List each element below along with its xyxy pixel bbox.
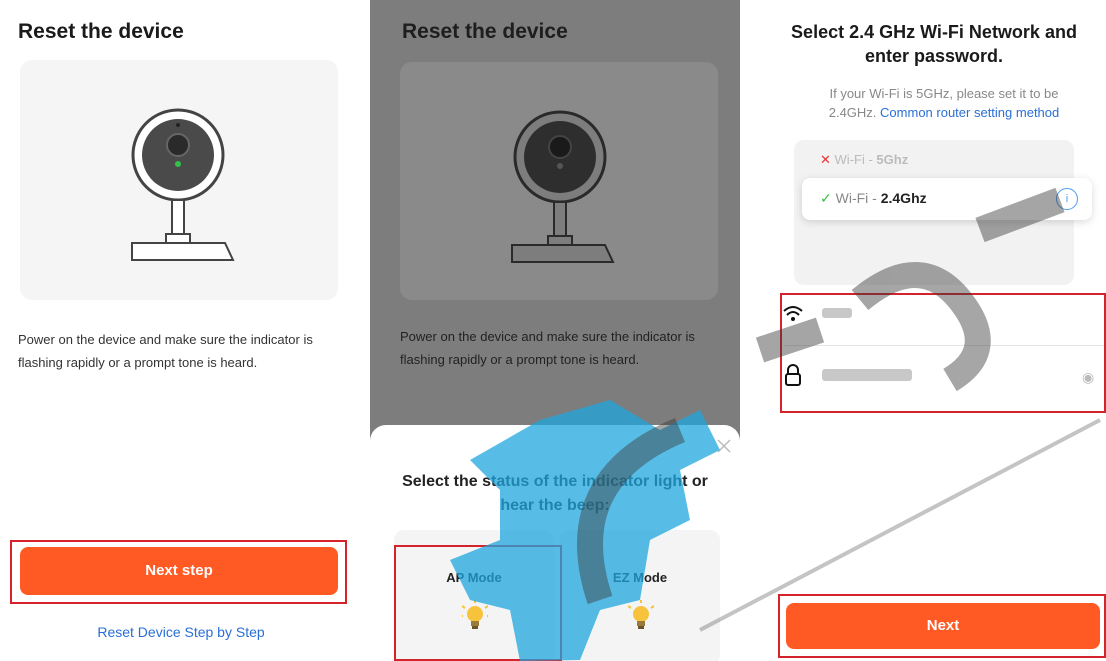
reset-help-link[interactable]: Reset Device Step by Step	[0, 624, 362, 640]
wifi-note: If your Wi-Fi is 5GHz, please set it to …	[804, 84, 1084, 122]
ez-mode-label: EZ Mode	[612, 570, 668, 585]
info-icon[interactable]: i	[1056, 188, 1078, 210]
screen-reset-device: Reset the device Power on the device and…	[0, 0, 362, 661]
camera-icon	[511, 110, 615, 263]
page-title: Select 2.4 GHz Wi-Fi Network and enter p…	[791, 22, 1077, 66]
bulb-icon	[627, 600, 655, 637]
highlight-box	[780, 293, 1106, 413]
router-setting-link[interactable]: Common router setting method	[880, 105, 1059, 120]
ez-mode-card[interactable]	[560, 530, 720, 661]
highlight-box	[394, 545, 562, 661]
instruction-text: Power on the device and make sure the in…	[400, 329, 695, 367]
check-icon: ✓	[820, 190, 832, 206]
camera-icon	[131, 108, 235, 261]
wifi-option-24ghz-label: ✓ Wi-Fi - 2.4Ghz	[820, 190, 927, 206]
instruction-text: Power on the device and make sure the in…	[18, 332, 313, 370]
page-title: Reset the device	[18, 20, 184, 43]
camera-illustration	[20, 60, 338, 300]
cross-icon: ✕	[820, 152, 831, 167]
page-title: Reset the device	[402, 20, 568, 43]
camera-illustration	[400, 62, 718, 300]
sheet-title: Select the status of the indicator light…	[402, 473, 708, 514]
close-icon[interactable]	[716, 438, 732, 454]
wifi-option-5ghz: ✕ Wi-Fi - 5Ghz	[820, 152, 909, 167]
screen-wifi-select: Select 2.4 GHz Wi-Fi Network and enter p…	[744, 0, 1106, 661]
highlight-box	[778, 594, 1106, 658]
screen-mode-select: Reset the device Power on the device and…	[370, 0, 740, 661]
highlight-box	[10, 540, 347, 604]
